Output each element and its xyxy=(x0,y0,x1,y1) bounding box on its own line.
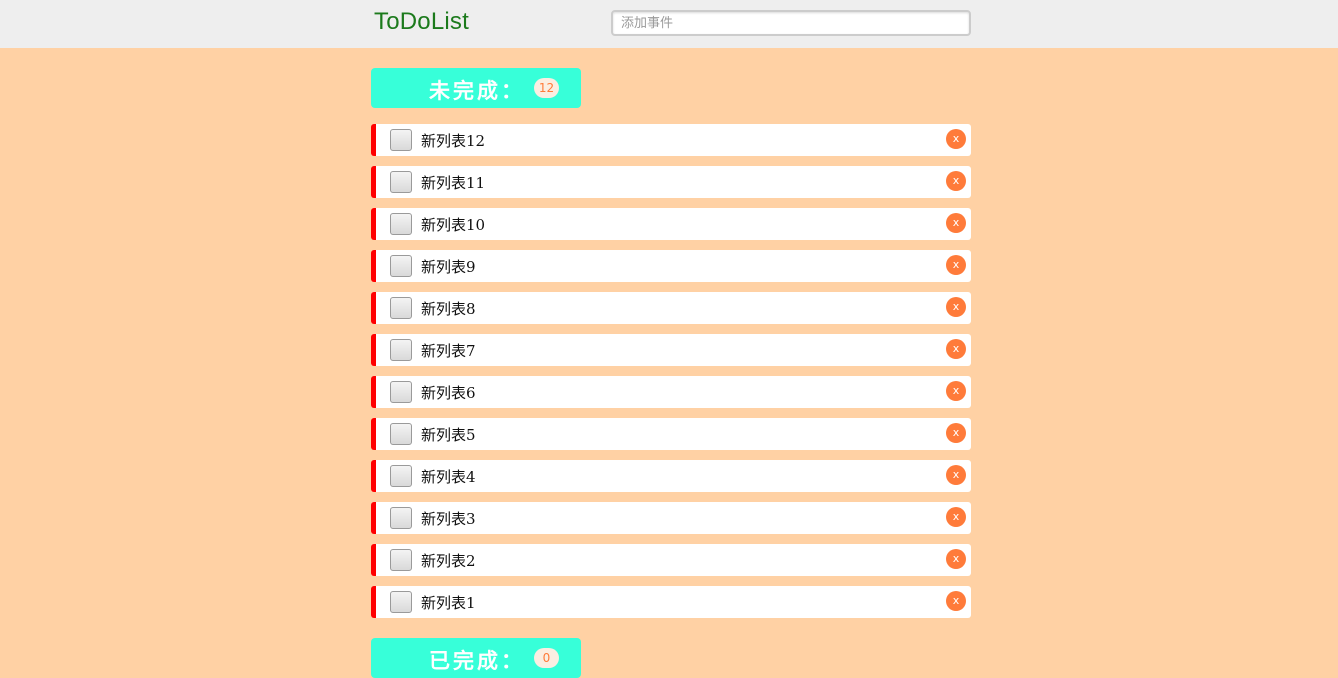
todo-item: 新列表10 x xyxy=(371,208,971,240)
delete-button[interactable]: x xyxy=(946,129,966,149)
delete-button[interactable]: x xyxy=(946,255,966,275)
todo-item-text[interactable]: 新列表3 xyxy=(421,508,476,529)
app-logo: ToDoList xyxy=(374,8,469,35)
delete-button[interactable]: x xyxy=(946,171,966,191)
delete-button[interactable]: x xyxy=(946,339,966,359)
todo-checkbox[interactable] xyxy=(390,297,412,319)
todo-item: 新列表3 x xyxy=(371,502,971,534)
completed-count-badge: 0 xyxy=(534,648,559,668)
delete-button[interactable]: x xyxy=(946,423,966,443)
incomplete-count-badge: 12 xyxy=(534,78,559,98)
todo-item-text[interactable]: 新列表10 xyxy=(421,214,485,235)
delete-button[interactable]: x xyxy=(946,591,966,611)
todo-item: 新列表4 x xyxy=(371,460,971,492)
todo-checkbox[interactable] xyxy=(390,171,412,193)
delete-button[interactable]: x xyxy=(946,465,966,485)
todo-item-text[interactable]: 新列表5 xyxy=(421,424,476,445)
todo-item: 新列表2 x xyxy=(371,544,971,576)
delete-button[interactable]: x xyxy=(946,213,966,233)
add-event-input[interactable] xyxy=(611,10,971,36)
completed-section-header: 已完成： 0 xyxy=(371,638,581,678)
todo-checkbox[interactable] xyxy=(390,213,412,235)
todo-checkbox[interactable] xyxy=(390,255,412,277)
todo-checkbox[interactable] xyxy=(390,423,412,445)
incomplete-title: 未完成： xyxy=(429,78,525,103)
todo-checkbox[interactable] xyxy=(390,507,412,529)
todo-item: 新列表7 x xyxy=(371,334,971,366)
delete-button[interactable]: x xyxy=(946,381,966,401)
todo-item: 新列表5 x xyxy=(371,418,971,450)
todo-item-text[interactable]: 新列表7 xyxy=(421,340,476,361)
delete-button[interactable]: x xyxy=(946,507,966,527)
todo-item-text[interactable]: 新列表11 xyxy=(421,172,485,193)
todo-checkbox[interactable] xyxy=(390,591,412,613)
todo-item-text[interactable]: 新列表4 xyxy=(421,466,476,487)
todo-item-text[interactable]: 新列表1 xyxy=(421,592,476,613)
todo-checkbox[interactable] xyxy=(390,381,412,403)
todo-item-text[interactable]: 新列表8 xyxy=(421,298,476,319)
todo-item-text[interactable]: 新列表9 xyxy=(421,256,476,277)
todo-checkbox[interactable] xyxy=(390,465,412,487)
todo-item: 新列表8 x xyxy=(371,292,971,324)
delete-button[interactable]: x xyxy=(946,549,966,569)
todo-item-text[interactable]: 新列表12 xyxy=(421,130,485,151)
todo-item: 新列表11 x xyxy=(371,166,971,198)
incomplete-section-header: 未完成： 12 xyxy=(371,68,581,108)
todo-item-text[interactable]: 新列表2 xyxy=(421,550,476,571)
todo-item-text[interactable]: 新列表6 xyxy=(421,382,476,403)
todo-item: 新列表6 x xyxy=(371,376,971,408)
todo-checkbox[interactable] xyxy=(390,129,412,151)
top-bar: ToDoList xyxy=(0,0,1338,48)
todo-checkbox[interactable] xyxy=(390,549,412,571)
delete-button[interactable]: x xyxy=(946,297,966,317)
todo-item: 新列表1 x xyxy=(371,586,971,618)
todo-item: 新列表12 x xyxy=(371,124,971,156)
todo-item: 新列表9 x xyxy=(371,250,971,282)
todo-checkbox[interactable] xyxy=(390,339,412,361)
incomplete-todo-list: 新列表12 x 新列表11 x 新列表10 x 新列表9 x 新列表8 x 新列表7 x 新列表6 x 新列… xyxy=(371,124,971,628)
completed-title: 已完成： xyxy=(429,648,525,673)
